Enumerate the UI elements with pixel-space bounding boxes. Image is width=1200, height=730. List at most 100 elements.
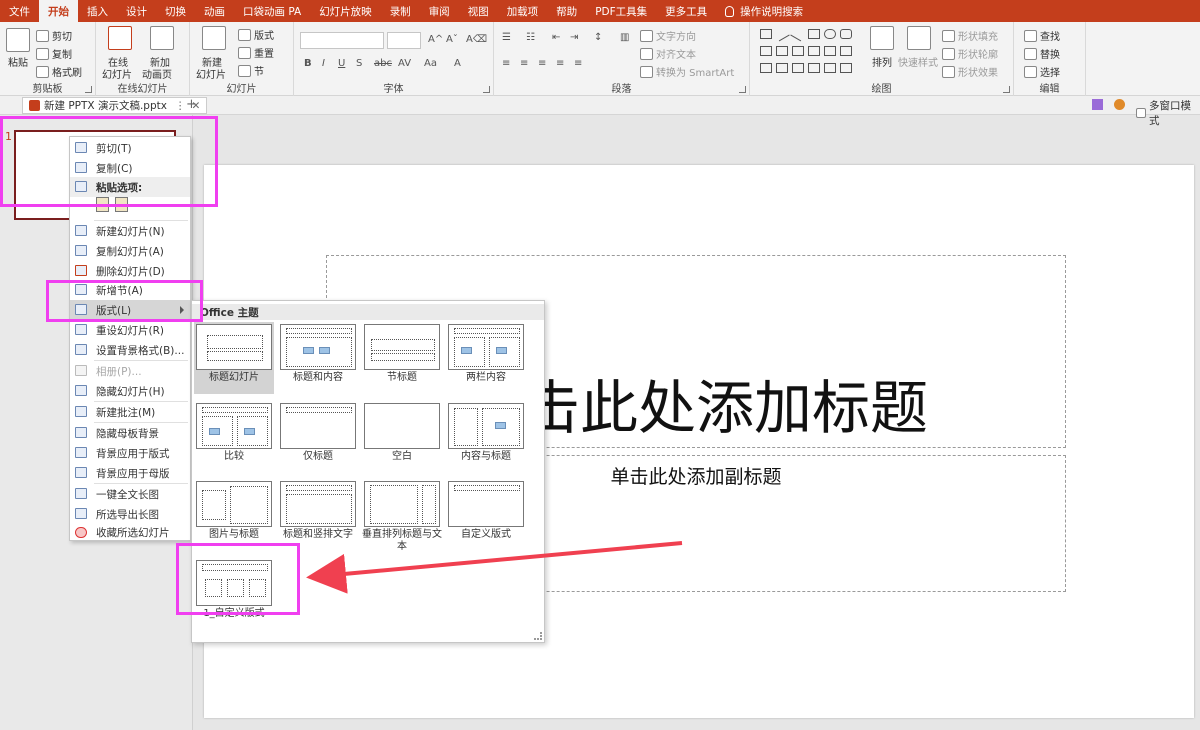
shape-curve-icon[interactable] — [760, 63, 772, 73]
layout-content-caption[interactable]: 内容与标题 — [446, 401, 526, 473]
new-tab-plus-icon[interactable]: + — [186, 97, 197, 112]
tab-pocket-animation[interactable]: 口袋动画 PA — [234, 0, 310, 22]
shape-oval-icon[interactable] — [824, 29, 836, 39]
shape-freeform-icon[interactable] — [776, 63, 788, 73]
clear-format-icon[interactable]: A⌫ — [466, 34, 487, 45]
clipboard-launcher[interactable] — [85, 86, 92, 93]
shape-arc-icon[interactable] — [792, 63, 804, 73]
layout-title-only[interactable]: 仅标题 — [278, 401, 358, 473]
menu-delete-slide[interactable]: 删除幻灯片(D) — [70, 261, 190, 281]
tab-animations[interactable]: 动画 — [195, 0, 234, 22]
strikethrough-icon[interactable]: abc — [374, 58, 392, 69]
decrease-indent-icon[interactable]: ⇤ — [552, 32, 560, 43]
layout-section-header[interactable]: 节标题 — [362, 322, 442, 394]
align-right-icon[interactable]: ≡ — [538, 58, 546, 69]
replace-button[interactable]: 替换 — [1024, 46, 1060, 61]
shape-rounded-rect-icon[interactable] — [840, 29, 852, 39]
menu-reset-slide[interactable]: 重设幻灯片(R) — [70, 320, 190, 340]
numbering-icon[interactable]: ☷ — [526, 32, 535, 43]
layout-button[interactable]: 版式 — [238, 27, 274, 42]
tab-more-icon[interactable]: ⋮ — [175, 100, 186, 112]
shape-brace2-icon[interactable] — [824, 63, 836, 73]
tab-view[interactable]: 视图 — [459, 0, 498, 22]
shape-brace-icon[interactable] — [808, 63, 820, 73]
shape-effects-button[interactable]: 形状效果 — [942, 64, 998, 79]
tab-transitions[interactable]: 切换 — [156, 0, 195, 22]
layout-blank[interactable]: 空白 — [362, 401, 442, 473]
layout-picture-caption[interactable]: 图片与标题 — [194, 479, 274, 551]
align-left-icon[interactable]: ≡ — [502, 58, 510, 69]
paste-button[interactable]: 粘贴 — [8, 54, 28, 69]
copy-button[interactable]: 复制 — [36, 46, 72, 61]
menu-new-comment[interactable]: 新建批注(M) — [70, 402, 190, 422]
layout-two-content[interactable]: 两栏内容 — [446, 322, 526, 394]
menu-new-slide[interactable]: 新建幻灯片(N) — [70, 221, 190, 241]
select-button[interactable]: 选择 — [1024, 64, 1060, 79]
decrease-font-icon[interactable]: Aˇ — [446, 34, 458, 45]
menu-export-long-image[interactable]: 所选导出长图 — [70, 504, 190, 524]
menu-apply-bg-layout[interactable]: 背景应用于版式 — [70, 443, 190, 463]
menu-favorite-slides[interactable]: 收藏所选幻灯片 — [70, 523, 190, 541]
bullets-icon[interactable]: ☰ — [502, 32, 511, 43]
multi-window-button[interactable]: 多窗口模式 — [1136, 98, 1200, 128]
shape-textbox-icon[interactable] — [760, 29, 772, 39]
shape-line-icon[interactable] — [774, 26, 790, 42]
tab-slideshow[interactable]: 幻灯片放映 — [310, 0, 381, 22]
tab-record[interactable]: 录制 — [381, 0, 420, 22]
increase-indent-icon[interactable]: ⇥ — [570, 32, 578, 43]
tab-pdf-tools[interactable]: PDF工具集 — [586, 0, 656, 22]
shape-more-icon[interactable] — [840, 63, 852, 73]
shape-connector-icon[interactable] — [792, 46, 804, 56]
shape-star-icon[interactable] — [840, 46, 852, 56]
bold-icon[interactable]: B — [304, 58, 312, 69]
menu-format-background[interactable]: 设置背景格式(B)... — [70, 340, 190, 360]
tab-design[interactable]: 设计 — [117, 0, 156, 22]
layout-custom[interactable]: 自定义版式 — [446, 479, 526, 551]
shape-arrow-down-icon[interactable] — [824, 46, 836, 56]
text-direction-button[interactable]: 文字方向 — [640, 28, 696, 43]
change-case-icon[interactable]: Aa — [424, 58, 437, 69]
tab-help[interactable]: 帮助 — [547, 0, 586, 22]
underline-icon[interactable]: U — [338, 58, 345, 69]
resize-grip[interactable] — [534, 632, 542, 640]
section-button[interactable]: 节 — [238, 63, 264, 78]
layout-title-content[interactable]: 标题和内容 — [278, 322, 358, 394]
font-launcher[interactable] — [483, 86, 490, 93]
menu-hide-slide[interactable]: 隐藏幻灯片(H) — [70, 381, 190, 401]
menu-hide-master-background[interactable]: 隐藏母板背景 — [70, 423, 190, 443]
format-painter-button[interactable]: 格式刷 — [36, 64, 82, 79]
columns-icon[interactable]: ▥ — [620, 32, 629, 43]
shape-line2-icon[interactable] — [790, 26, 806, 42]
increase-font-icon[interactable]: A^ — [428, 34, 443, 45]
layout-vertical-title-text[interactable]: 垂直排列标题与文本 — [362, 479, 442, 552]
line-spacing-icon[interactable]: ↕ — [594, 32, 602, 43]
convert-smartart-button[interactable]: 转换为 SmartArt — [640, 64, 734, 79]
tab-file[interactable]: 文件 — [0, 0, 39, 22]
font-name-combo[interactable] — [300, 32, 384, 49]
menu-apply-bg-master[interactable]: 背景应用于母版 — [70, 463, 190, 483]
shape-rect-icon[interactable] — [808, 29, 820, 39]
paragraph-launcher[interactable] — [739, 86, 746, 93]
layout-comparison[interactable]: 比较 — [194, 401, 274, 473]
addin-icon[interactable] — [1092, 99, 1103, 110]
find-button[interactable]: 查找 — [1024, 28, 1060, 43]
tell-me-search[interactable]: 操作说明搜索 — [716, 0, 812, 22]
cut-button[interactable]: 剪切 — [36, 28, 72, 43]
drawing-launcher[interactable] — [1003, 86, 1010, 93]
arrange-button[interactable]: 排列 — [872, 54, 892, 69]
shadow-icon[interactable]: S — [356, 58, 362, 69]
document-tab[interactable]: 新建 PPTX 演示文稿.pptx ⋮ ✕ — [22, 97, 208, 114]
shape-fill-button[interactable]: 形状填充 — [942, 28, 998, 43]
quick-styles-button[interactable]: 快速样式 — [898, 54, 938, 69]
menu-duplicate-slide[interactable]: 复制幻灯片(A) — [70, 241, 190, 261]
align-center-icon[interactable]: ≡ — [520, 58, 528, 69]
italic-icon[interactable]: I — [322, 58, 325, 69]
font-size-combo[interactable] — [387, 32, 421, 49]
tab-review[interactable]: 审阅 — [420, 0, 459, 22]
shape-outline-button[interactable]: 形状轮廓 — [942, 46, 998, 61]
menu-one-click-long-image[interactable]: 一键全文长图 — [70, 484, 190, 504]
shape-arrow-right-icon[interactable] — [808, 46, 820, 56]
distributed-icon[interactable]: ≡ — [574, 58, 582, 69]
tab-more-tools[interactable]: 更多工具 — [656, 0, 716, 22]
tab-home[interactable]: 开始 — [39, 0, 78, 22]
